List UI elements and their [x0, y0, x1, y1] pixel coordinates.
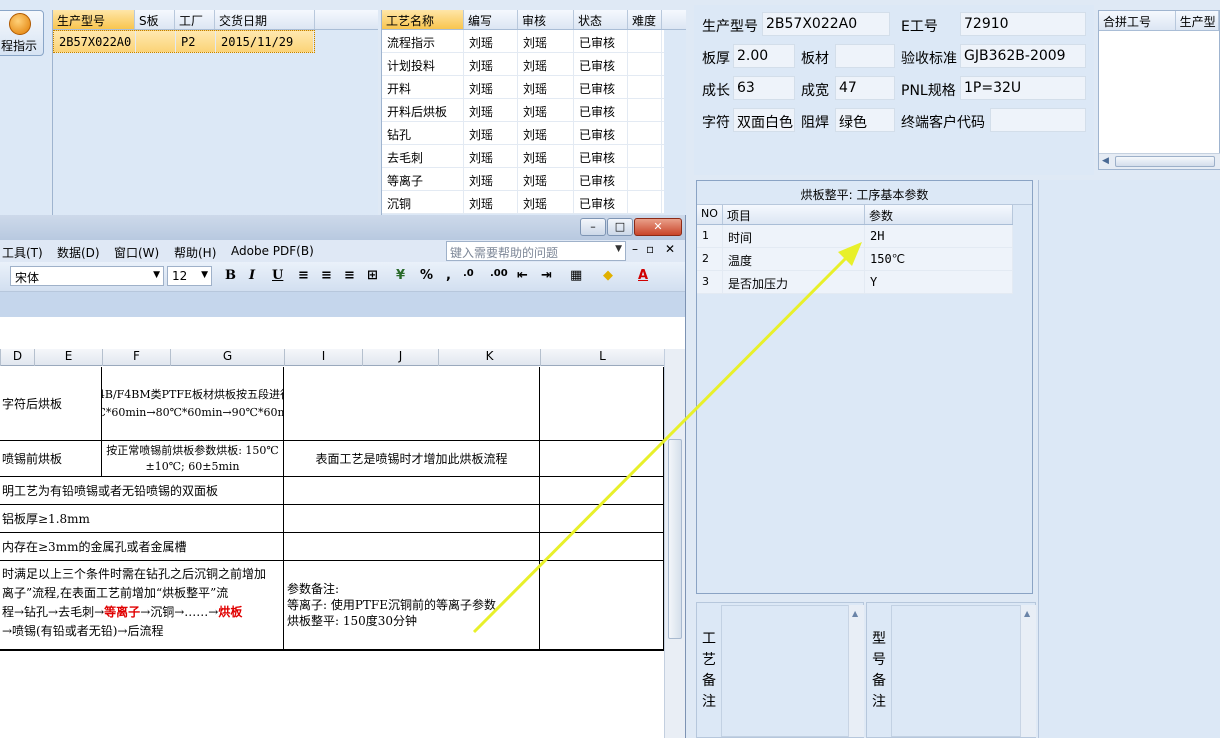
annotation-arrow: [472, 242, 862, 634]
